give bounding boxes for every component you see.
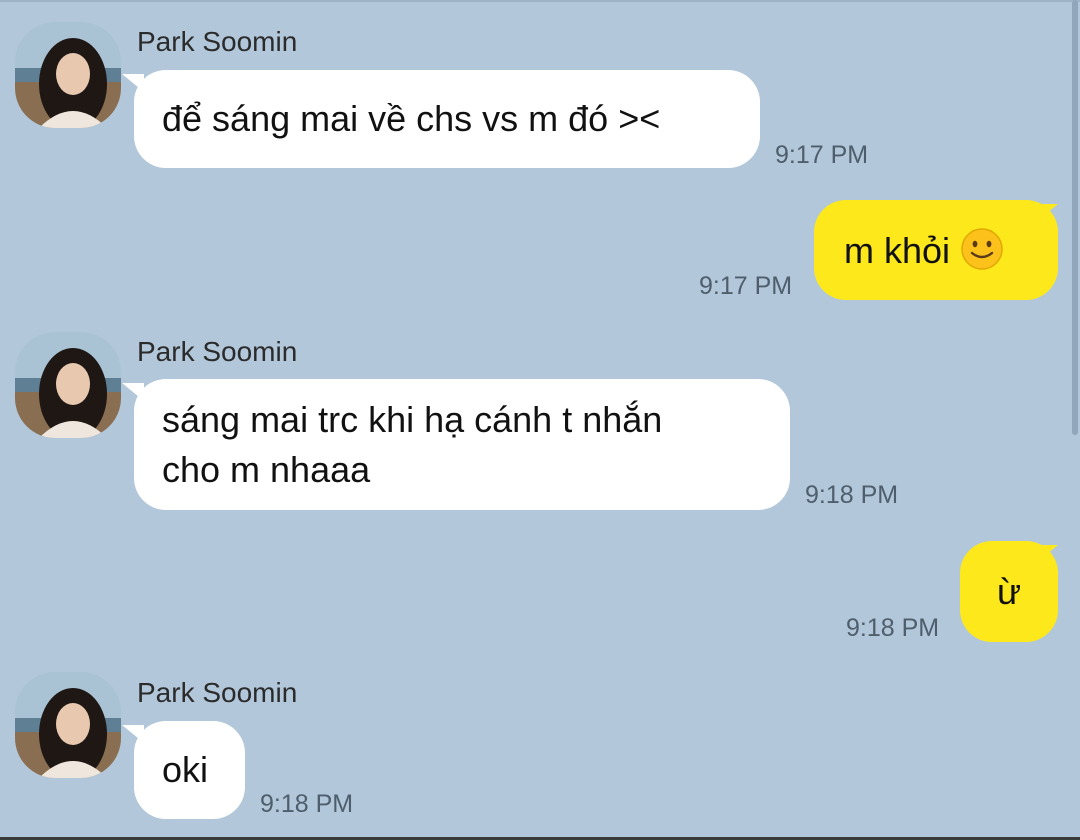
message-text: ừ bbox=[996, 571, 1022, 612]
avatar[interactable] bbox=[15, 672, 121, 778]
avatar[interactable] bbox=[15, 22, 121, 128]
message-text-line: sáng mai trc khi hạ cánh t nhắn bbox=[162, 399, 663, 440]
sender-name: Park Soomin bbox=[137, 336, 298, 367]
incoming-message-bubble[interactable]: để sáng mai về chs vs m đó >< bbox=[134, 70, 760, 168]
chat-message-list[interactable]: Park Soomin để sáng mai về chs vs m đó >… bbox=[0, 0, 1080, 840]
sender-name: Park Soomin bbox=[137, 677, 298, 708]
sender-name: Park Soomin bbox=[137, 26, 298, 57]
scrollbar[interactable] bbox=[1072, 0, 1078, 435]
incoming-message-bubble[interactable]: sáng mai trc khi hạ cánh t nhắn cho m nh… bbox=[134, 379, 790, 510]
message-text: m khỏi bbox=[844, 230, 951, 271]
top-divider bbox=[0, 0, 1080, 2]
message-timestamp: 9:17 PM bbox=[775, 141, 869, 169]
message-text-line: cho m nhaaa bbox=[162, 449, 371, 490]
incoming-message-bubble[interactable]: oki bbox=[134, 721, 245, 819]
outgoing-message-bubble[interactable]: ừ bbox=[960, 541, 1058, 642]
message-text: oki bbox=[162, 749, 209, 790]
message-timestamp: 9:18 PM bbox=[805, 481, 899, 509]
message-timestamp: 9:18 PM bbox=[846, 614, 940, 642]
slightly-smiling-face-icon bbox=[961, 228, 1003, 270]
avatar[interactable] bbox=[15, 332, 121, 438]
outgoing-message-bubble[interactable]: m khỏi bbox=[814, 200, 1058, 300]
message-timestamp: 9:18 PM bbox=[260, 790, 354, 818]
message-timestamp: 9:17 PM bbox=[699, 272, 793, 300]
message-text: để sáng mai về chs vs m đó >< bbox=[162, 98, 661, 139]
